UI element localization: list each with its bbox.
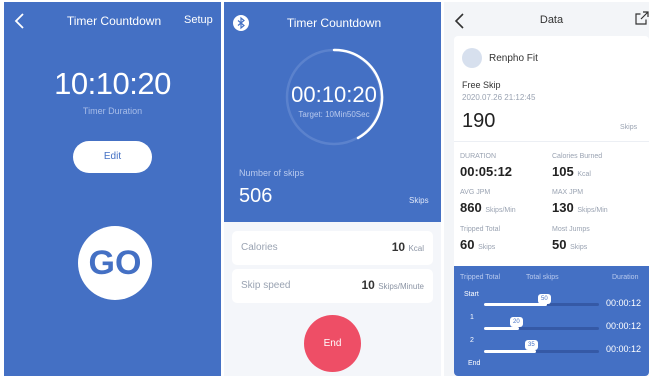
row-skips-badge: 35 — [525, 340, 538, 350]
timer-header-panel: Timer Countdown 00:10:20 Target: 10Min50… — [224, 2, 441, 222]
metric-value: 00:05:12 — [460, 164, 513, 179]
metric-label: Tripped Total — [460, 226, 501, 233]
end-button[interactable]: End — [304, 315, 361, 372]
metric-value: 860 Skips/Min — [460, 200, 516, 215]
metric-value: 130 Skips/Min — [552, 200, 608, 215]
metric-label: Most Jumps — [552, 226, 590, 233]
metric-label: Calories Burned — [552, 153, 603, 160]
skip-speed-unit: Skips/Minute — [378, 282, 424, 291]
end-label: End — [468, 360, 481, 367]
edit-button[interactable]: Edit — [73, 141, 152, 173]
row-duration: 00:00:12 — [606, 344, 642, 354]
screen-title: Timer Countdown — [66, 14, 162, 28]
metric-value: 50 Skips — [552, 237, 588, 252]
skips-label: Number of skips — [239, 168, 305, 178]
metric-value: 60 Skips — [460, 237, 496, 252]
total-skips-unit: Skips — [620, 124, 638, 131]
timer-value: 10:10:20 — [54, 66, 171, 101]
share-icon[interactable] — [635, 11, 649, 25]
skip-speed-card: Skip speed 10 Skips/Minute — [232, 269, 433, 303]
timer-subtitle: Timer Duration — [82, 106, 143, 116]
row-bar — [484, 327, 599, 330]
row-skips-badge: 50 — [538, 294, 551, 304]
calories-card: Calories 10 Kcal — [232, 231, 433, 265]
mode-name: Free Skip — [462, 80, 501, 90]
metric-label: AVG JPM — [460, 189, 491, 196]
row-bar-fill — [484, 303, 548, 306]
countdown-value: 00:10:20 — [291, 82, 377, 107]
skip-speed-label: Skip speed — [241, 280, 291, 291]
row-bar-fill — [484, 350, 536, 353]
screen-title: Data — [539, 14, 564, 26]
row-bar-fill — [484, 327, 519, 330]
metric-label: DURATION — [460, 153, 497, 160]
row-label: 1 — [470, 314, 474, 321]
skip-speed-value: 10 Skips/Minute — [362, 278, 425, 292]
metric-value: 105 Kcal — [552, 164, 591, 179]
metric-label: MAX JPM — [552, 189, 584, 196]
calories-unit: Kcal — [408, 244, 424, 253]
column-header: Total skips — [526, 274, 559, 281]
row-duration: 00:00:12 — [606, 298, 642, 308]
column-header: Tripped Total — [460, 274, 501, 281]
calories-value: 10 Kcal — [392, 240, 424, 254]
timer-running-screen: Timer Countdown 00:10:20 Target: 10Min50… — [224, 2, 441, 376]
row-label: Start — [464, 291, 479, 298]
data-panel: Renpho Fit Free Skip 2020.07.26 21:12:45… — [454, 36, 649, 376]
jump-breakdown-panel: Tripped Total Total skips Duration Start… — [454, 266, 649, 376]
column-header: Duration — [612, 274, 639, 281]
calories-number: 10 — [391, 240, 406, 254]
row-duration: 00:00:12 — [606, 321, 642, 331]
divider — [454, 141, 649, 142]
setup-button[interactable]: Setup — [184, 14, 213, 26]
skips-unit: Skips — [409, 196, 429, 205]
back-arrow-icon[interactable] — [452, 12, 468, 30]
timer-setup-screen: Timer Countdown Setup 10:10:20 Timer Dur… — [4, 2, 221, 376]
back-arrow-icon[interactable] — [12, 12, 28, 30]
target-text: Target: 10Min50Sec — [298, 110, 370, 119]
row-bar — [484, 350, 599, 353]
total-skips: 190 — [462, 110, 496, 132]
session-datetime: 2020.07.26 21:12:45 — [462, 93, 536, 102]
avatar — [462, 48, 482, 68]
skip-speed-number: 10 — [361, 278, 375, 292]
data-screen: Data Renpho Fit Free Skip 2020.07.26 21:… — [444, 2, 649, 376]
go-button[interactable]: GO — [78, 226, 152, 300]
row-label: 2 — [470, 337, 474, 344]
brand-name: Renpho Fit — [489, 53, 538, 64]
skips-value: 506 — [239, 185, 273, 207]
calories-label: Calories — [241, 242, 278, 253]
row-skips-badge: 20 — [510, 317, 523, 327]
